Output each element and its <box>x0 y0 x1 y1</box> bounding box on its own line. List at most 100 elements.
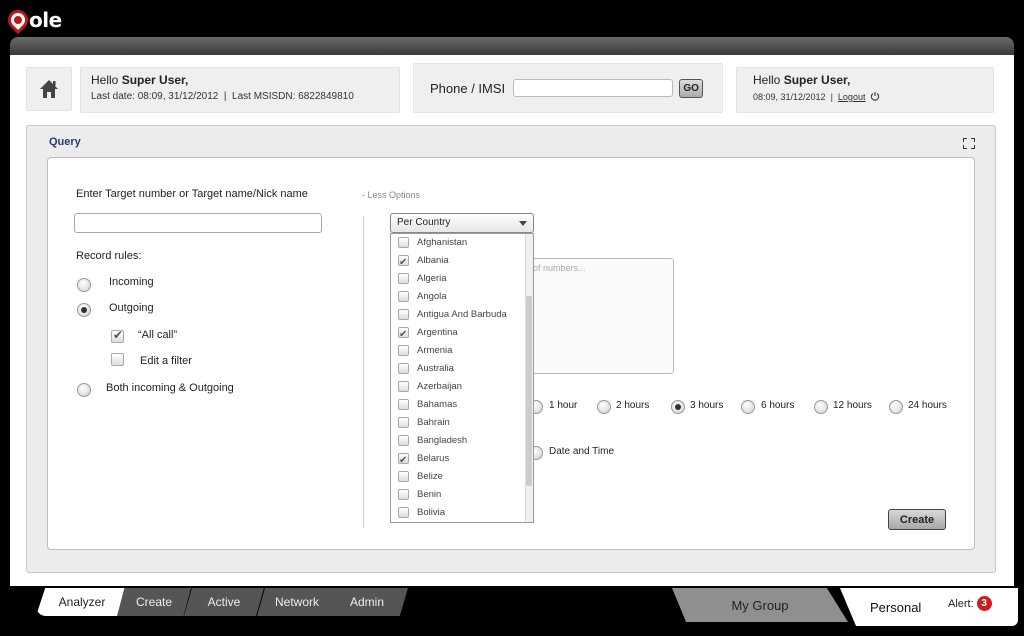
country-item[interactable]: Afghanistan <box>391 234 533 252</box>
country-checkbox[interactable] <box>398 345 409 356</box>
create-button[interactable]: Create <box>888 509 946 530</box>
country-item[interactable]: Armenia <box>391 342 533 360</box>
country-item[interactable]: Belarus <box>391 450 533 470</box>
country-label: Bahrain <box>417 417 450 428</box>
tab-admin[interactable]: Admin <box>326 588 408 616</box>
edit-filter-label: Edit a filter <box>140 355 192 367</box>
my-group-tab[interactable]: My Group <box>672 588 848 622</box>
time-label-3h: 3 hours <box>690 400 724 411</box>
phone-input[interactable] <box>513 79 674 97</box>
scrollbar-thumb[interactable] <box>526 296 532 486</box>
greeting-right: Hello Super User, <box>753 73 851 87</box>
tab-create[interactable]: Create <box>117 588 191 616</box>
time-label-2h: 2 hours <box>616 400 650 411</box>
tab-network[interactable]: Network <box>257 588 337 616</box>
country-label: Benin <box>417 489 442 500</box>
chevron-down-icon <box>519 221 527 226</box>
country-checkbox[interactable] <box>398 399 409 410</box>
home-button[interactable] <box>26 67 72 111</box>
time-radio-6h[interactable] <box>741 400 755 414</box>
country-item[interactable]: Argentina <box>391 324 533 344</box>
country-item[interactable]: Australia <box>391 360 533 378</box>
outgoing-radio[interactable] <box>77 303 91 317</box>
time-label-24h: 24 hours <box>908 400 947 411</box>
country-item[interactable]: Benin <box>391 486 533 504</box>
logout-link[interactable]: Logout <box>838 92 866 102</box>
country-label: Argentina <box>417 327 458 338</box>
home-icon <box>40 80 58 98</box>
app-window: ole Hello Super User, Last date: 08:09, … <box>0 0 1024 636</box>
country-label: Australia <box>417 363 454 374</box>
country-item[interactable]: Azerbaijan <box>391 378 533 396</box>
country-checkbox[interactable] <box>398 381 409 392</box>
date-time-label: Date and Time <box>549 446 615 457</box>
country-label: Algeria <box>417 273 447 284</box>
both-radio[interactable] <box>77 383 91 397</box>
country-item[interactable]: Bahrain <box>391 414 533 432</box>
country-checkbox[interactable] <box>398 471 409 482</box>
numbers-placeholder: of numbers... <box>533 263 586 273</box>
edit-filter-checkbox[interactable] <box>111 353 124 366</box>
less-options-link[interactable]: - Less Options <box>362 190 420 200</box>
incoming-radio[interactable] <box>77 278 91 292</box>
outgoing-label: Outgoing <box>109 302 154 314</box>
country-checkbox[interactable] <box>398 435 409 446</box>
scrollbar[interactable] <box>525 234 533 522</box>
country-checkbox[interactable] <box>398 237 409 248</box>
time-radio-24h[interactable] <box>889 400 903 414</box>
all-call-label: “All call” <box>138 329 178 341</box>
numbers-textarea[interactable]: of numbers... <box>524 258 674 374</box>
alert-indicator[interactable]: Alert: 3 <box>948 596 992 611</box>
country-item[interactable]: Algeria <box>391 270 533 288</box>
country-item[interactable]: Albania <box>391 252 533 272</box>
country-label: Angola <box>417 291 447 302</box>
country-item[interactable]: Bahamas <box>391 396 533 414</box>
country-item[interactable]: Belize <box>391 468 533 486</box>
country-checkbox[interactable] <box>398 489 409 500</box>
alert-count-badge: 3 <box>976 596 992 611</box>
country-checkbox[interactable] <box>398 291 409 302</box>
logo: ole <box>3 5 62 35</box>
time-radio-12h[interactable] <box>814 400 828 414</box>
phone-label: Phone / IMSI <box>430 80 506 96</box>
country-label: Afghanistan <box>417 237 468 248</box>
country-label: Bolivia <box>417 507 445 518</box>
tab-active[interactable]: Active <box>184 588 264 616</box>
all-call-checkbox[interactable] <box>111 328 124 343</box>
country-item[interactable]: Bolivia <box>391 504 533 522</box>
logo-text: ole <box>29 8 62 32</box>
country-item[interactable]: Antigua And Barbuda <box>391 306 533 324</box>
time-label-12h: 12 hours <box>833 400 872 411</box>
header-strip <box>10 37 1014 55</box>
country-checkbox[interactable] <box>398 452 409 470</box>
country-checkbox[interactable] <box>398 417 409 428</box>
last-info: Last date: 08:09, 31/12/2012 | Last MSIS… <box>91 91 354 102</box>
country-checkbox[interactable] <box>398 326 409 344</box>
country-checkbox[interactable] <box>398 507 409 518</box>
country-item[interactable]: Angola <box>391 288 533 306</box>
country-checkbox[interactable] <box>398 363 409 374</box>
personal-label: Personal <box>870 599 922 615</box>
power-icon[interactable] <box>870 91 880 101</box>
tab-analyzer[interactable]: Analyzer <box>36 588 128 616</box>
time-radio-2h[interactable] <box>597 400 611 414</box>
incoming-label: Incoming <box>109 276 154 288</box>
country-checkbox[interactable] <box>398 254 409 272</box>
query-title: Query <box>49 136 81 148</box>
column-divider <box>363 216 364 528</box>
target-input[interactable] <box>74 213 322 233</box>
country-item[interactable]: Bangladesh <box>391 432 533 450</box>
country-checkbox[interactable] <box>398 273 409 284</box>
country-checkbox[interactable] <box>398 309 409 320</box>
user-name-right: Super User, <box>783 73 851 87</box>
country-dropdown[interactable]: Per Country <box>390 213 534 233</box>
time-radio-3h[interactable] <box>671 400 685 414</box>
session-time: 08:09, 31/12/2012 | <box>753 92 838 102</box>
go-button[interactable]: GO <box>679 78 704 98</box>
dropdown-value: Per Country <box>397 217 451 228</box>
country-label: Azerbaijan <box>417 381 462 392</box>
expand-icon[interactable] <box>963 138 975 149</box>
country-label: Belarus <box>417 453 450 464</box>
phone-search-panel: Phone / IMSI GO <box>413 63 723 113</box>
country-label: Bahamas <box>417 399 458 410</box>
